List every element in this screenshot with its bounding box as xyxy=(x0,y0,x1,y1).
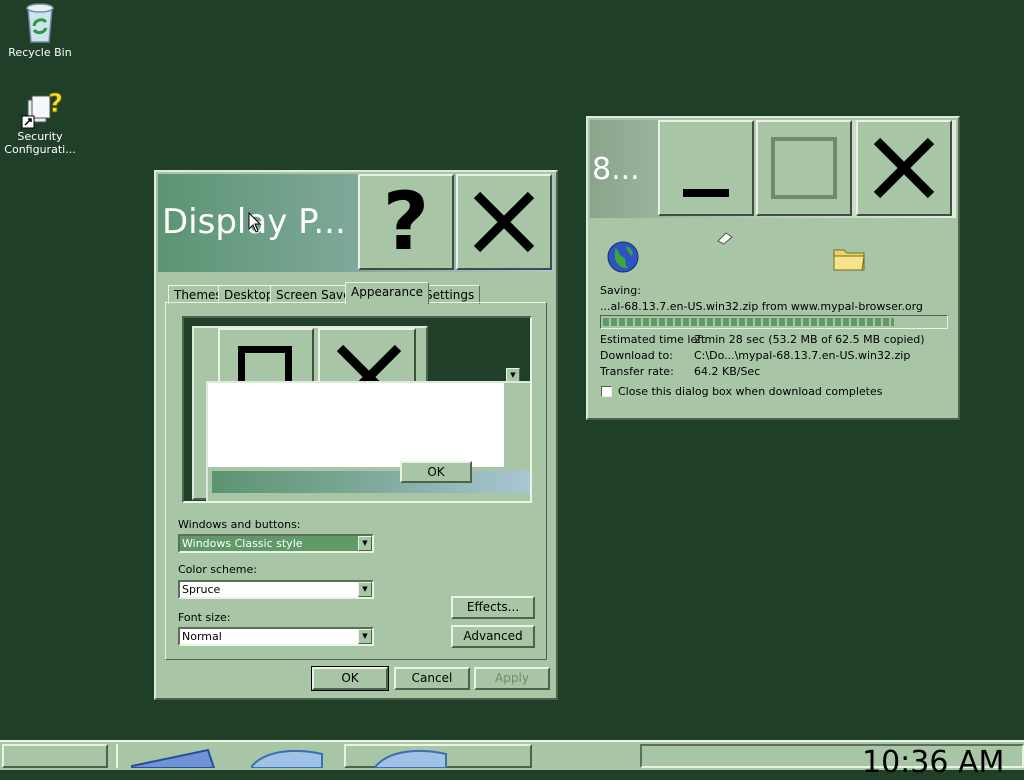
windows-and-buttons-value: Windows Classic style xyxy=(182,537,303,550)
close-icon xyxy=(336,344,402,386)
time-left-label: Estimated time left xyxy=(600,333,706,346)
tab-strip: Themes Desktop Screen Saver Appearance S… xyxy=(166,282,546,304)
clock[interactable]: 10:36 AM xyxy=(862,748,1004,778)
globe-icon xyxy=(607,241,639,273)
color-scheme-select[interactable]: Spruce ▼ xyxy=(178,580,374,599)
flying-page-icon xyxy=(717,232,733,245)
minimize-button[interactable] xyxy=(658,120,754,216)
svg-text:?: ? xyxy=(48,89,63,119)
close-button[interactable] xyxy=(456,174,552,270)
preview-scroll-arrow: ▼ xyxy=(506,368,520,382)
title-bar[interactable]: Display P... ? xyxy=(158,174,554,272)
download-to-label: Download to: xyxy=(600,349,673,362)
taskbar-item-display-properties[interactable] xyxy=(344,744,532,768)
tab-appearance[interactable]: Appearance xyxy=(345,282,430,304)
preview-message-titlebar xyxy=(212,471,530,493)
preview-maximize-button xyxy=(218,328,314,406)
cancel-button[interactable]: Cancel xyxy=(394,667,470,690)
close-button[interactable] xyxy=(856,120,952,216)
chevron-down-icon[interactable]: ▼ xyxy=(358,629,372,644)
start-button[interactable] xyxy=(2,744,108,768)
maximize-button[interactable] xyxy=(756,120,852,216)
download-progress-bar xyxy=(600,315,948,329)
help-button[interactable]: ? xyxy=(358,174,454,270)
windows-and-buttons-select[interactable]: Windows Classic style ▼ xyxy=(178,534,374,553)
font-size-label: Font size: xyxy=(178,611,231,624)
browser-launch-icon[interactable] xyxy=(246,746,326,768)
time-left-value: 2 min 28 sec (53.2 MB of 62.5 MB copied) xyxy=(694,333,925,346)
folder-icon xyxy=(833,249,865,271)
close-icon xyxy=(473,191,535,253)
preview-message-box: OK xyxy=(206,381,530,501)
preview-close-button xyxy=(318,328,416,388)
chevron-down-icon[interactable]: ▼ xyxy=(358,582,372,597)
ok-button[interactable]: OK xyxy=(311,666,389,691)
desktop-icon-label: Recycle Bin xyxy=(8,46,72,59)
download-title-bar[interactable]: 8... xyxy=(590,120,956,218)
font-size-select[interactable]: Normal ▼ xyxy=(178,627,374,646)
display-properties-window: Display P... ? Themes Desktop Screen Sav… xyxy=(154,170,558,700)
close-when-complete-label[interactable]: Close this dialog box when download comp… xyxy=(618,385,882,398)
help-icon: ? xyxy=(382,175,430,268)
download-title: 8... xyxy=(592,152,640,187)
desktop-icon-recycle-bin[interactable]: Recycle Bin xyxy=(0,2,80,59)
quick-launch xyxy=(116,744,344,768)
download-to-value: C:\Do...\mypal-68.13.7.en-US.win32.zip xyxy=(694,349,911,362)
apply-button[interactable]: Apply xyxy=(474,667,550,690)
desktop-icon-security-config[interactable]: ? Security Configurati... xyxy=(0,86,80,157)
preview-window-text xyxy=(208,383,504,467)
saving-label: Saving: xyxy=(600,284,641,297)
close-when-complete-checkbox[interactable] xyxy=(601,386,612,397)
close-icon xyxy=(873,137,935,199)
system-tray: 10:36 AM xyxy=(640,744,1024,778)
transfer-rate-value: 64.2 KB/Sec xyxy=(694,365,761,378)
advanced-button[interactable]: Advanced xyxy=(451,625,535,648)
maximize-icon xyxy=(771,137,837,199)
transfer-rate-label: Transfer rate: xyxy=(600,365,674,378)
preview-ok-button: OK xyxy=(400,461,472,483)
windows-and-buttons-label: Windows and buttons: xyxy=(178,518,301,531)
appearance-preview: ▼ OK xyxy=(182,316,532,503)
effects-button[interactable]: Effects... xyxy=(451,596,535,619)
font-size-value: Normal xyxy=(182,630,222,643)
recycle-bin-icon xyxy=(20,2,60,43)
download-window: 8... Saving: ...al-68.13.7.en-US.win32.z… xyxy=(586,116,960,420)
color-scheme-label: Color scheme: xyxy=(178,563,257,576)
saving-value: ...al-68.13.7.en-US.win32.zip from www.m… xyxy=(600,300,923,313)
desktop-icon-label: Security Configurati... xyxy=(4,130,76,156)
minimize-icon xyxy=(683,189,729,197)
download-progress-fill xyxy=(603,318,894,326)
mouse-pointer-icon xyxy=(248,212,262,233)
show-desktop-icon[interactable] xyxy=(128,748,218,768)
color-scheme-value: Spruce xyxy=(182,583,221,596)
display-properties-task-icon xyxy=(375,749,447,768)
security-config-icon: ? xyxy=(20,86,64,129)
chevron-down-icon[interactable]: ▼ xyxy=(358,536,372,551)
